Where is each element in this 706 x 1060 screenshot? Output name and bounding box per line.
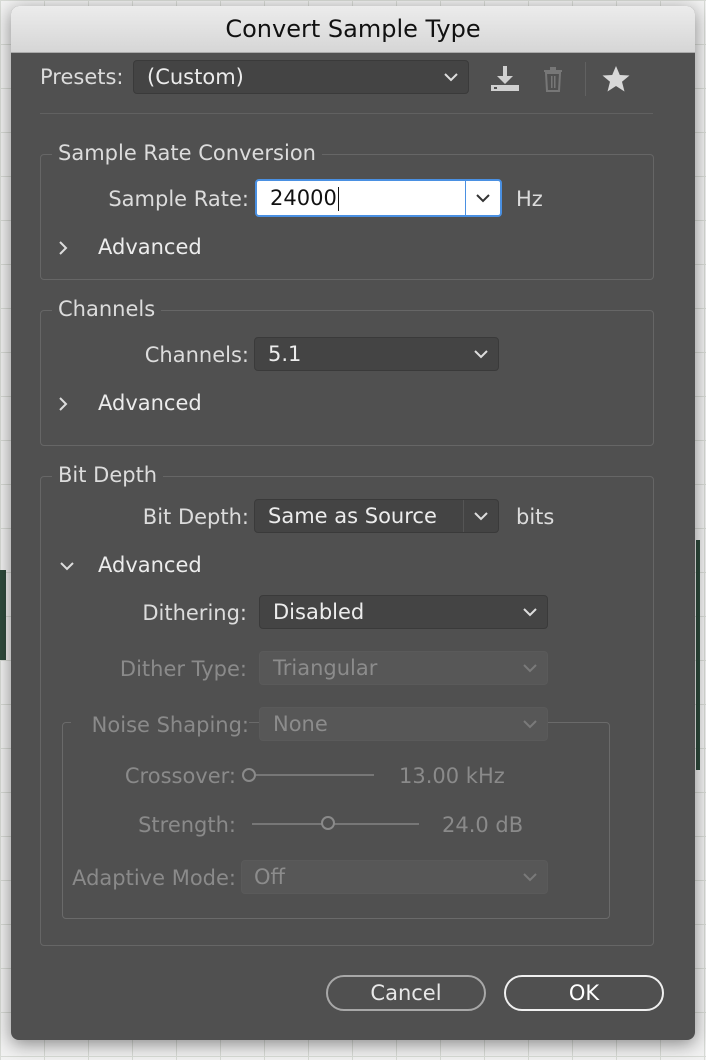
chevron-down-icon [513, 861, 547, 893]
noise-shaping-select[interactable]: None [259, 707, 548, 741]
dithering-value: Disabled [273, 600, 365, 624]
sample-rate-section-title: Sample Rate Conversion [52, 141, 322, 165]
chevron-down-icon[interactable] [465, 181, 500, 215]
channels-group [40, 310, 654, 446]
adaptive-mode-value: Off [254, 865, 285, 889]
channels-label: Channels: [144, 343, 249, 367]
bit-depth-section-title: Bit Depth [52, 463, 164, 487]
bit-depth-advanced-toggle[interactable]: Advanced [98, 553, 202, 577]
strength-value: 24.0 dB [442, 813, 524, 837]
channels-section-title: Channels [52, 297, 162, 321]
bit-depth-unit: bits [516, 505, 555, 529]
presets-label: Presets: [40, 65, 124, 89]
background-waveform-right [696, 540, 700, 770]
channels-select[interactable]: 5.1 [254, 337, 499, 371]
presets-value: (Custom) [147, 65, 244, 89]
noise-shaping-label: Noise Shaping: [71, 713, 249, 737]
dither-type-select[interactable]: Triangular [259, 651, 548, 685]
chevron-right-icon[interactable] [53, 394, 73, 414]
dialog-title: Convert Sample Type [11, 6, 695, 53]
crossover-label: Crossover: [124, 764, 236, 788]
strength-slider-knob[interactable] [321, 816, 335, 830]
sample-rate-unit: Hz [516, 187, 543, 211]
download-icon[interactable] [488, 64, 522, 94]
text-caret [337, 186, 339, 211]
convert-sample-type-dialog: Convert Sample Type Presets: (Custom) Sa… [11, 6, 695, 1040]
strength-slider-track[interactable] [252, 823, 419, 825]
sample-rate-combo[interactable]: 24000 [255, 179, 502, 217]
presets-select[interactable]: (Custom) [133, 60, 469, 94]
chevron-down-icon [464, 338, 498, 370]
dithering-label: Dithering: [142, 601, 247, 625]
chevron-down-icon [513, 596, 547, 628]
bit-depth-label: Bit Depth: [142, 505, 249, 529]
sample-rate-label: Sample Rate: [108, 187, 249, 211]
ok-button[interactable]: OK [504, 975, 664, 1011]
chevron-down-icon [463, 500, 498, 532]
crossover-slider-track[interactable] [247, 774, 374, 776]
noise-shaping-value: None [273, 712, 328, 736]
sample-rate-group [40, 154, 654, 280]
chevron-right-icon[interactable] [53, 238, 73, 258]
adaptive-mode-label: Adaptive Mode: [72, 866, 236, 890]
crossover-value: 13.00 kHz [399, 764, 505, 788]
sample-rate-advanced-toggle[interactable]: Advanced [98, 235, 202, 259]
chevron-down-icon [513, 652, 547, 684]
chevron-down-icon [434, 61, 468, 93]
trash-icon[interactable] [541, 64, 565, 94]
bit-depth-combo[interactable]: Same as Source [254, 499, 499, 533]
channels-value: 5.1 [268, 342, 302, 366]
toolbar-divider [585, 62, 586, 96]
chevron-down-icon[interactable] [57, 556, 77, 576]
star-icon[interactable] [601, 64, 631, 94]
dither-type-value: Triangular [273, 656, 378, 680]
chevron-down-icon [513, 708, 547, 740]
bit-depth-value: Same as Source [268, 504, 437, 528]
cancel-button[interactable]: Cancel [326, 975, 486, 1011]
adaptive-mode-select[interactable]: Off [241, 860, 548, 894]
sample-rate-input[interactable]: 24000 [270, 186, 337, 210]
crossover-slider-knob[interactable] [242, 768, 256, 782]
channels-advanced-toggle[interactable]: Advanced [98, 391, 202, 415]
strength-label: Strength: [138, 813, 236, 837]
header-separator [40, 113, 653, 114]
background-waveform-left [0, 570, 6, 660]
dither-type-label: Dither Type: [119, 657, 247, 681]
dithering-select[interactable]: Disabled [259, 595, 548, 629]
